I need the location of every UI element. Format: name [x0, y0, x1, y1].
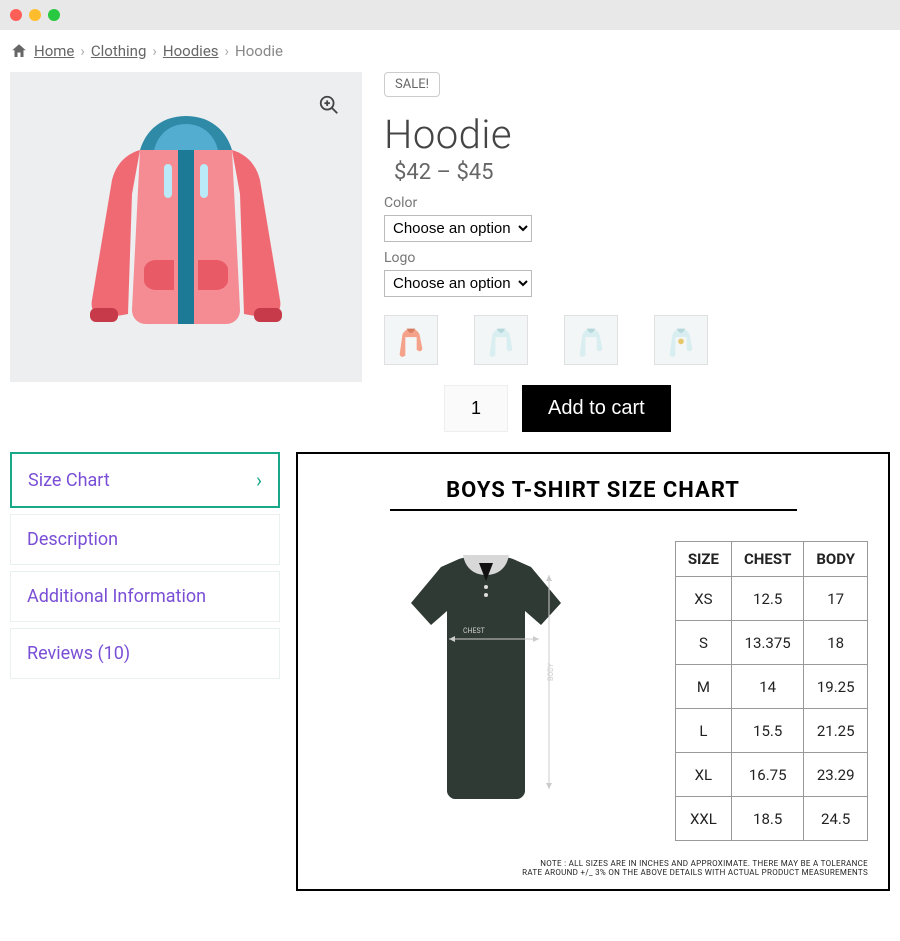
sale-badge: SALE!	[384, 72, 440, 97]
window-min-dot[interactable]	[29, 9, 41, 21]
size-table-cell: 14	[731, 665, 803, 709]
breadcrumb: Home › Clothing › Hoodies › Hoodie	[0, 30, 900, 72]
size-table-cell: XL	[675, 753, 731, 797]
size-table-header: SIZE	[675, 542, 731, 577]
size-table-cell: XXL	[675, 797, 731, 841]
size-table-row: XS12.517	[675, 577, 867, 621]
size-table-cell: 13.375	[731, 621, 803, 665]
size-table-cell: 16.75	[731, 753, 803, 797]
size-table-row: L15.521.25	[675, 709, 867, 753]
size-table-cell: M	[675, 665, 731, 709]
size-chart-title: BOYS T-SHIRT SIZE CHART	[390, 478, 797, 511]
swatch-2[interactable]	[474, 315, 528, 365]
breadcrumb-sep: ›	[80, 42, 85, 60]
tab-label: Reviews (10)	[27, 643, 130, 664]
size-table-cell: 15.5	[731, 709, 803, 753]
chevron-right-icon: ›	[256, 468, 262, 492]
size-chart-illustration: CHEST BODY	[318, 541, 655, 841]
tab-reviews[interactable]: Reviews (10)	[10, 628, 280, 679]
breadcrumb-clothing[interactable]: Clothing	[91, 42, 147, 60]
size-table-row: S13.37518	[675, 621, 867, 665]
color-label: Color	[384, 195, 890, 211]
home-icon[interactable]	[10, 42, 28, 60]
breadcrumb-current: Hoodie	[235, 42, 283, 60]
zoom-icon[interactable]	[318, 94, 340, 120]
size-chart-note: NOTE : ALL SIZES ARE IN INCHES AND APPRO…	[318, 859, 868, 877]
product-section: SALE! Hoodie $42 – $45 Color Choose an o…	[0, 72, 900, 452]
color-select[interactable]: Choose an option	[384, 215, 532, 242]
breadcrumb-home[interactable]: Home	[34, 42, 74, 60]
size-table-cell: XS	[675, 577, 731, 621]
size-table-row: M1419.25	[675, 665, 867, 709]
product-title: Hoodie	[384, 111, 890, 158]
product-gallery[interactable]	[10, 72, 362, 382]
size-table-cell: L	[675, 709, 731, 753]
size-table: SIZECHESTBODY XS12.517S13.37518M1419.25L…	[675, 541, 868, 841]
size-table-cell: 24.5	[804, 797, 868, 841]
product-summary: SALE! Hoodie $42 – $45 Color Choose an o…	[384, 72, 890, 432]
swatch-row	[384, 315, 890, 365]
size-table-cell: 19.25	[804, 665, 868, 709]
window-close-dot[interactable]	[10, 9, 22, 21]
lower-section: Size Chart › Description Additional Info…	[0, 452, 900, 911]
logo-select[interactable]: Choose an option	[384, 270, 532, 297]
size-table-cell: 18.5	[731, 797, 803, 841]
quantity-input[interactable]	[444, 385, 508, 432]
cart-row: Add to cart	[444, 385, 890, 432]
window-titlebar	[0, 0, 900, 30]
tab-description[interactable]: Description	[10, 514, 280, 565]
size-table-header: CHEST	[731, 542, 803, 577]
product-tabs: Size Chart › Description Additional Info…	[10, 452, 280, 891]
swatch-3[interactable]	[564, 315, 618, 365]
tab-label: Additional Information	[27, 586, 206, 607]
svg-text:BODY: BODY	[547, 662, 555, 681]
tab-label: Description	[27, 529, 118, 550]
size-table-cell: 18	[804, 621, 868, 665]
size-table-header: BODY	[804, 542, 868, 577]
size-table-cell: 23.29	[804, 753, 868, 797]
size-table-cell: 21.25	[804, 709, 868, 753]
logo-label: Logo	[384, 250, 890, 266]
tab-additional-info[interactable]: Additional Information	[10, 571, 280, 622]
size-chart-panel: BOYS T-SHIRT SIZE CHART CHEST BODY	[296, 452, 890, 891]
breadcrumb-sep: ›	[225, 42, 230, 60]
hoodie-image	[66, 102, 306, 352]
breadcrumb-sep: ›	[152, 42, 157, 60]
product-price: $42 – $45	[394, 160, 890, 185]
swatch-1[interactable]	[384, 315, 438, 365]
size-table-cell: 12.5	[731, 577, 803, 621]
size-table-cell: S	[675, 621, 731, 665]
swatch-4[interactable]	[654, 315, 708, 365]
size-table-row: XXL18.524.5	[675, 797, 867, 841]
add-to-cart-button[interactable]: Add to cart	[522, 385, 671, 432]
svg-text:CHEST: CHEST	[463, 627, 486, 635]
tab-size-chart[interactable]: Size Chart ›	[10, 452, 280, 508]
breadcrumb-hoodies[interactable]: Hoodies	[163, 42, 219, 60]
tab-label: Size Chart	[28, 470, 110, 491]
size-table-cell: 17	[804, 577, 868, 621]
window-max-dot[interactable]	[48, 9, 60, 21]
size-table-row: XL16.7523.29	[675, 753, 867, 797]
